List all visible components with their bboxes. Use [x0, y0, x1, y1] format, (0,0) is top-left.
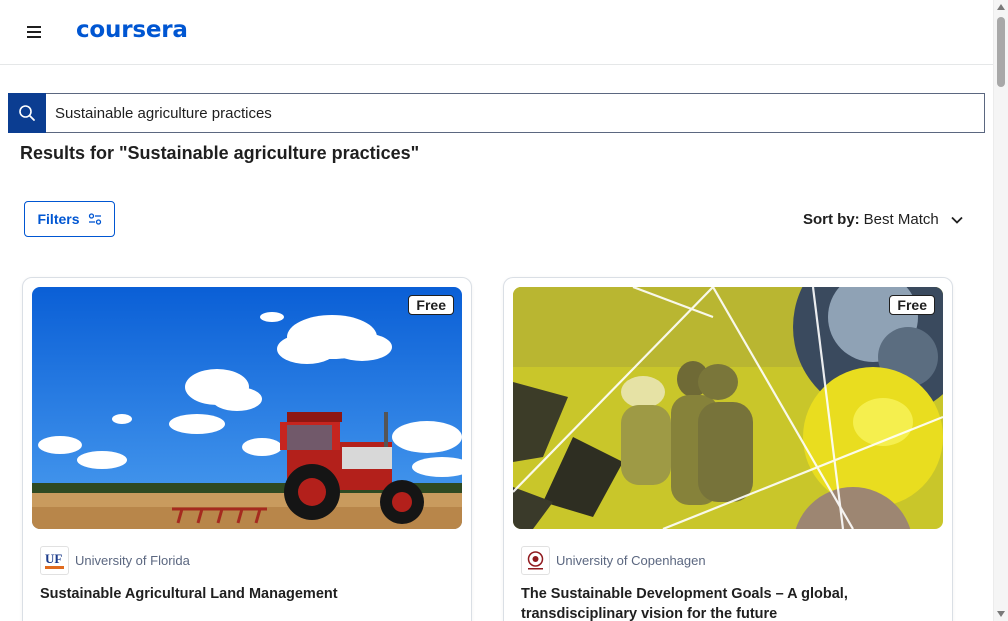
vertical-scrollbar[interactable]	[993, 0, 1008, 621]
search-icon	[19, 105, 35, 121]
search-input[interactable]	[46, 93, 985, 133]
sort-dropdown[interactable]: Sort by: Best Match	[803, 211, 963, 228]
scroll-down-arrow-icon[interactable]	[997, 611, 1005, 617]
sort-value: Best Match	[863, 211, 939, 228]
course-title[interactable]: Sustainable Agricultural Land Management	[40, 584, 450, 604]
course-title[interactable]: The Sustainable Development Goals – A gl…	[521, 584, 931, 621]
coursera-logo[interactable]: coursera	[76, 17, 188, 43]
search-bar	[8, 93, 985, 133]
sort-label: Sort by:	[803, 211, 860, 228]
svg-text:UF: UF	[45, 551, 62, 566]
university-of-copenhagen-logo	[521, 546, 550, 575]
sdg-collage-image: Free	[513, 287, 943, 529]
hamburger-menu-icon[interactable]	[22, 20, 46, 44]
filters-button[interactable]: Filters	[24, 201, 115, 237]
course-card[interactable]: Free University of Copenhagen The Sustai…	[503, 277, 953, 621]
course-card[interactable]: Free UF University of Florida Sustainabl…	[22, 277, 472, 621]
results-heading: Results for "Sustainable agriculture pra…	[20, 143, 420, 163]
free-badge: Free	[408, 295, 454, 315]
sliders-icon	[88, 213, 101, 225]
tractor-in-field-image: Free	[32, 287, 462, 529]
partner-info: UF University of Florida	[40, 546, 190, 575]
filters-label: Filters	[37, 211, 80, 227]
free-badge: Free	[889, 295, 935, 315]
partner-info: University of Copenhagen	[521, 546, 706, 575]
chevron-down-icon	[951, 216, 963, 224]
search-button[interactable]	[8, 93, 46, 133]
page: coursera Results for "Sustainable agricu…	[0, 0, 1008, 621]
university-of-florida-logo: UF	[40, 546, 69, 575]
partner-name: University of Copenhagen	[556, 553, 706, 568]
scroll-up-arrow-icon[interactable]	[997, 4, 1005, 10]
scroll-thumb[interactable]	[997, 17, 1005, 87]
top-header: coursera	[0, 0, 993, 65]
partner-name: University of Florida	[75, 553, 190, 568]
